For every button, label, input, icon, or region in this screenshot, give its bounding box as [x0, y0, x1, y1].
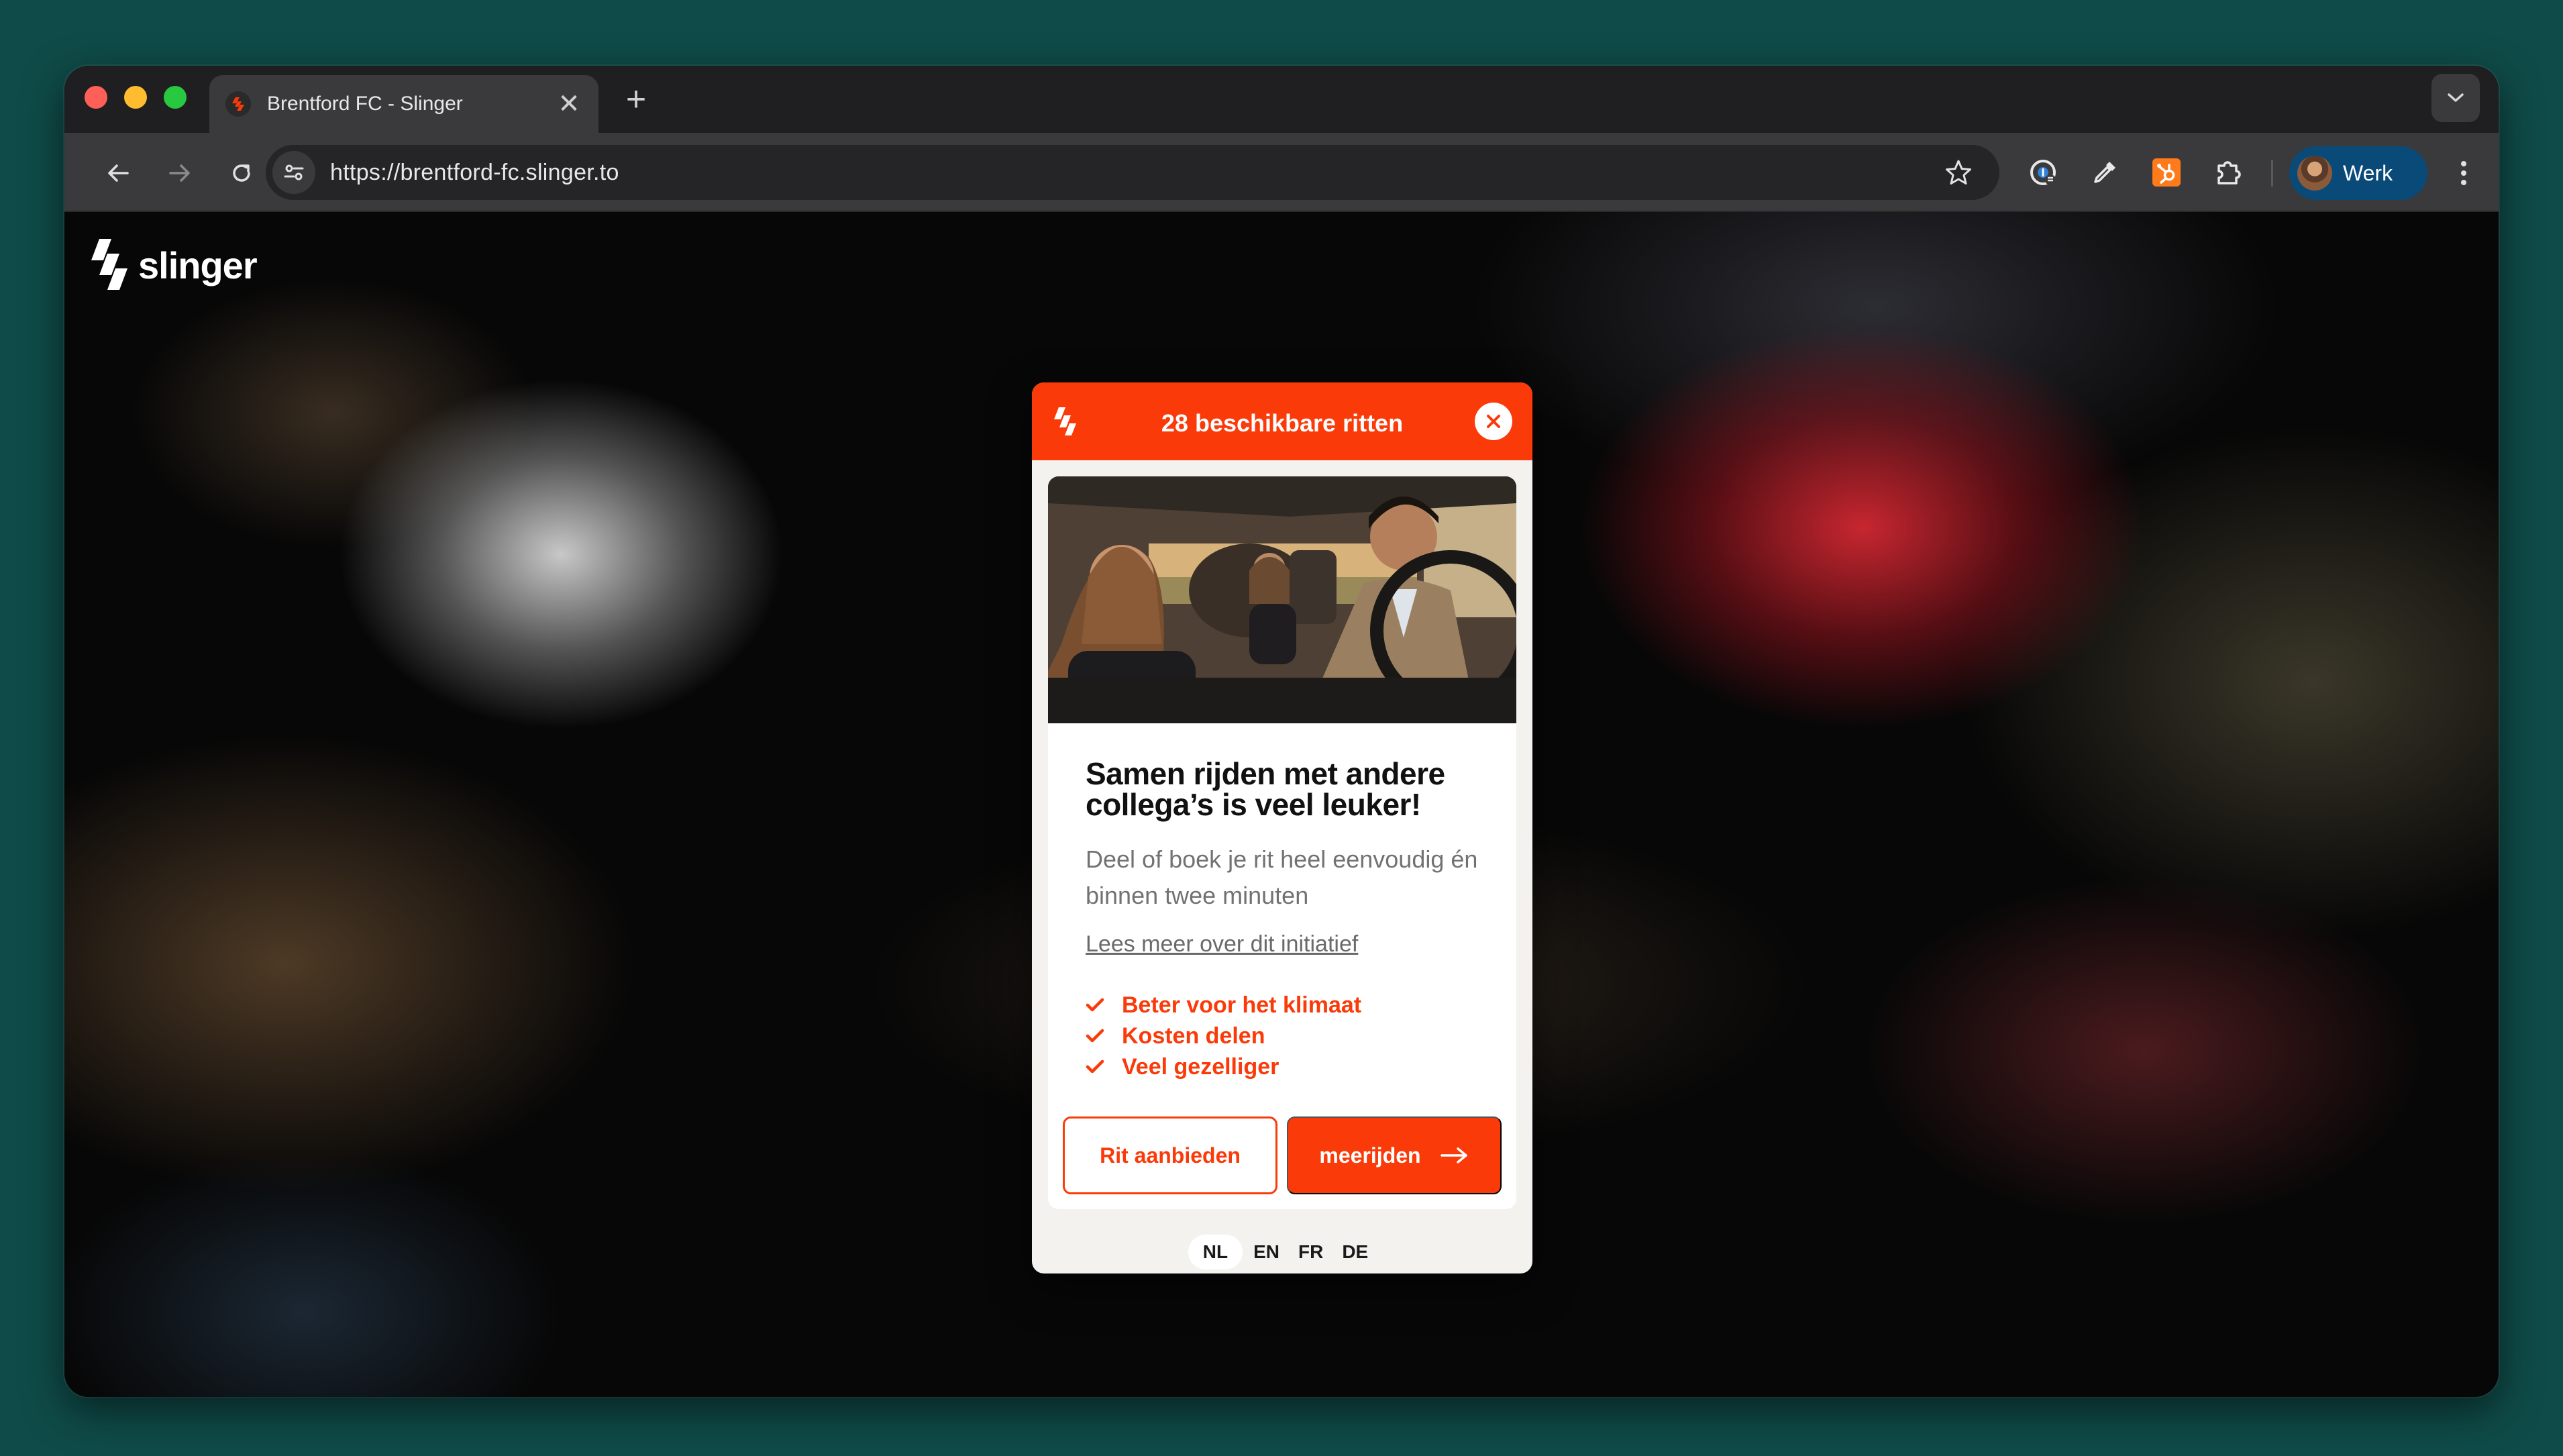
language-switcher: NL EN FR DE [1032, 1235, 1532, 1269]
modal-close-button[interactable] [1475, 403, 1512, 440]
arrow-right-icon [169, 164, 190, 182]
toolbar-separator [2271, 160, 2273, 187]
arrow-left-icon [108, 164, 129, 182]
benefit-label: Kosten delen [1122, 1023, 1265, 1049]
check-icon [1086, 1059, 1104, 1074]
offer-ride-button[interactable]: Rit aanbieden [1063, 1116, 1277, 1194]
profile-label: Werk [2343, 160, 2393, 185]
reload-button[interactable] [224, 156, 259, 191]
tab-close-icon[interactable]: ✕ [556, 91, 582, 117]
more-vertical-icon [2461, 161, 2466, 185]
benefit-item: Beter voor het klimaat [1086, 990, 1488, 1021]
browser-window: Brentford FC - Slinger ✕ + https://brent… [64, 66, 2499, 1397]
modal-body: Samen rijden met andere collega’s is vee… [1086, 758, 1488, 1082]
lang-fr[interactable]: FR [1290, 1235, 1331, 1269]
modal-subtext: Deel of boek je rit heel eenvoudig én bi… [1086, 845, 1478, 909]
forward-button[interactable] [162, 156, 197, 191]
new-tab-button[interactable]: + [617, 81, 655, 118]
url-text[interactable]: https://brentford-fc.slinger.to [330, 160, 1944, 186]
benefit-item: Kosten delen [1086, 1021, 1488, 1051]
tab-title: Brentford FC - Slinger [267, 93, 463, 115]
carpool-photo [1048, 476, 1516, 723]
page-content: slinger 28 beschikbare ritten Samen rijd… [64, 212, 2499, 1397]
join-ride-label: meerijden [1319, 1143, 1421, 1167]
tab-brentford-slinger[interactable]: Brentford FC - Slinger ✕ [209, 75, 598, 133]
check-icon [1086, 1029, 1104, 1043]
back-button[interactable] [101, 156, 136, 191]
bookmark-star-icon[interactable] [1944, 158, 1973, 187]
profile-chip[interactable]: Werk [2289, 146, 2427, 200]
close-window-button[interactable] [85, 86, 107, 109]
browser-toolbar: https://brentford-fc.slinger.to Werk [64, 133, 2499, 212]
tab-search-button[interactable] [2431, 74, 2480, 122]
color-picker-extension-icon[interactable] [2085, 153, 2124, 192]
password-manager-extension-icon[interactable] [2024, 153, 2062, 192]
extensions-puzzle-icon[interactable] [2209, 153, 2248, 192]
address-bar[interactable]: https://brentford-fc.slinger.to [266, 145, 1999, 200]
rideshare-modal: 28 beschikbare ritten Samen rijden met a… [1032, 382, 1532, 1273]
modal-card: Samen rijden met andere collega’s is vee… [1048, 476, 1516, 1209]
check-icon [1086, 998, 1104, 1012]
modal-headline: Samen rijden met andere collega’s is vee… [1086, 756, 1445, 822]
slinger-favicon-icon [225, 91, 251, 117]
close-icon [1487, 415, 1500, 428]
benefits-list: Beter voor het klimaat Kosten delen Veel… [1086, 990, 1488, 1082]
join-ride-button[interactable]: meerijden [1287, 1116, 1502, 1194]
brand-logo[interactable]: slinger [89, 238, 258, 293]
tab-strip: Brentford FC - Slinger ✕ + [64, 66, 2499, 133]
zoom-window-button[interactable] [164, 86, 187, 109]
available-rides-count: 28 beschikbare ritten [1161, 409, 1404, 437]
avatar [2297, 156, 2332, 191]
brand-wordmark: slinger [138, 244, 258, 287]
lang-en[interactable]: EN [1245, 1235, 1288, 1269]
reload-icon [233, 164, 250, 182]
lang-de[interactable]: DE [1334, 1235, 1376, 1269]
hubspot-extension-icon[interactable] [2147, 153, 2186, 192]
learn-more-link[interactable]: Lees meer over dit initiatief [1086, 931, 1358, 957]
benefit-label: Beter voor het klimaat [1122, 992, 1362, 1018]
benefit-label: Veel gezelliger [1122, 1054, 1279, 1080]
lang-nl[interactable]: NL [1188, 1235, 1243, 1269]
modal-header: 28 beschikbare ritten [1032, 382, 1532, 460]
minimize-window-button[interactable] [124, 86, 147, 109]
slinger-logo-icon [91, 239, 127, 290]
browser-menu-button[interactable] [2450, 156, 2477, 191]
benefit-item: Veel gezelliger [1086, 1051, 1488, 1082]
arrow-right-icon [1440, 1146, 1469, 1165]
site-settings-icon[interactable] [272, 151, 315, 194]
chevron-down-icon [2447, 93, 2464, 103]
